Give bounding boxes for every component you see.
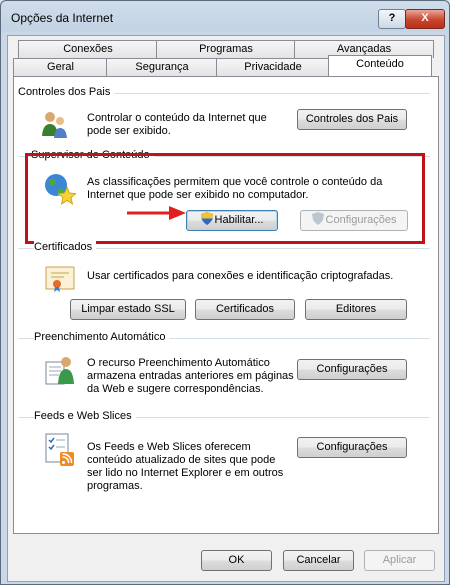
autocomplete-settings-button[interactable]: Configurações xyxy=(297,359,407,380)
certificates-button[interactable]: Certificados xyxy=(195,299,295,320)
content-tab-panel: Controles dos Pais Controlar o conteúdo … xyxy=(13,76,439,534)
highlight-box xyxy=(25,153,425,244)
publishers-button[interactable]: Editores xyxy=(305,299,407,320)
certificates-heading: Certificados xyxy=(34,241,97,253)
feeds-description: Os Feeds e Web Slices oferecem conteúdo … xyxy=(87,441,284,492)
feeds-settings-button[interactable]: Configurações xyxy=(297,437,407,458)
feeds-heading: Feeds e Web Slices xyxy=(34,410,136,422)
tab-connections[interactable]: Conexões xyxy=(18,40,158,58)
help-button[interactable]: ? xyxy=(378,9,406,29)
tab-programs[interactable]: Programas xyxy=(156,40,296,58)
autocomplete-icon xyxy=(45,357,74,385)
window-title: Opções da Internet xyxy=(11,11,114,25)
apply-button[interactable]: Aplicar xyxy=(364,550,435,571)
certificate-icon xyxy=(45,266,75,292)
tab-content[interactable]: Conteúdo xyxy=(328,55,432,76)
tab-security[interactable]: Segurança xyxy=(106,58,218,76)
parental-controls-icon xyxy=(42,112,67,138)
tab-general[interactable]: Geral xyxy=(13,58,108,76)
parental-controls-button[interactable]: Controles dos Pais xyxy=(297,109,407,130)
internet-options-window: Opções da Internet ? X Conexões Programa… xyxy=(0,0,450,585)
clear-ssl-state-button[interactable]: Limpar estado SSL xyxy=(70,299,186,320)
dialog-client-area: Conexões Programas Avançadas Geral Segur… xyxy=(7,35,445,582)
ok-button[interactable]: OK xyxy=(201,550,272,571)
tab-privacy[interactable]: Privacidade xyxy=(216,58,330,76)
feeds-icon xyxy=(45,433,74,466)
cancel-button[interactable]: Cancelar xyxy=(283,550,354,571)
parental-controls-heading: Controles dos Pais xyxy=(18,86,115,98)
title-bar[interactable]: Opções da Internet ? X xyxy=(1,1,449,35)
autocomplete-description: O recurso Preenchimento Automático armaz… xyxy=(87,357,294,395)
autocomplete-heading: Preenchimento Automático xyxy=(34,331,170,343)
close-button[interactable]: X xyxy=(405,9,445,29)
parental-controls-description: Controlar o conteúdo da Internet que pod… xyxy=(87,112,267,137)
certificates-description: Usar certificados para conexões e identi… xyxy=(87,270,394,282)
